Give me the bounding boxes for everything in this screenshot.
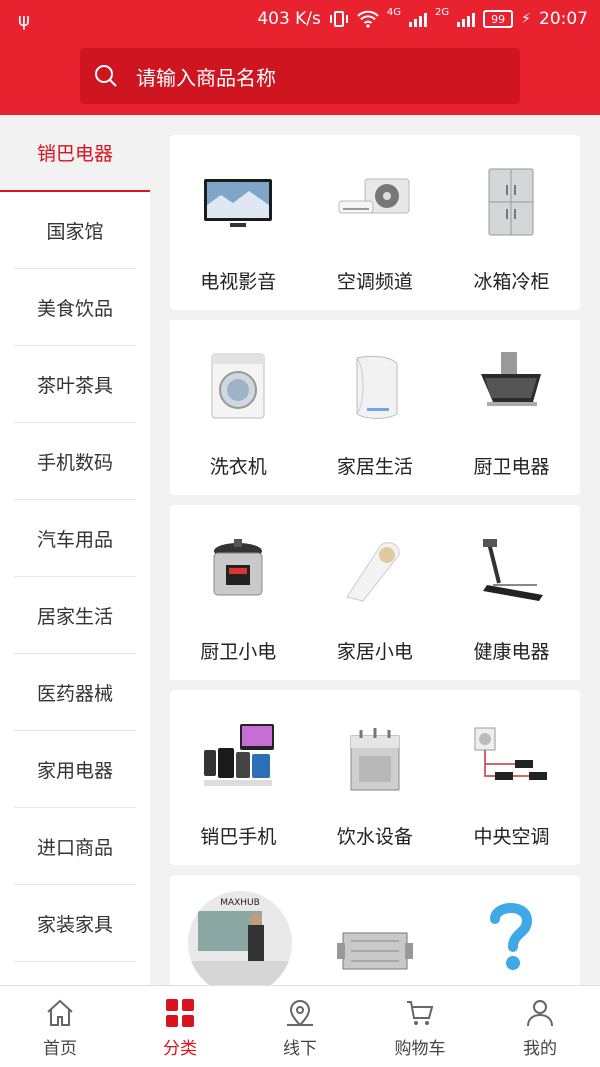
search-input[interactable]: 请输入商品名称 [136,62,276,91]
fridge-icon [488,168,534,236]
range-hood-icon [481,352,542,406]
status-bar: ψ 403 K/s 4G 2G 99 ⚡ 20:07 [0,0,600,42]
category-label: 厨卫电器 [473,456,550,478]
sidebar-item-national-pavilion[interactable]: 国家馆 [14,192,136,269]
user-icon [527,1000,553,1027]
category-label: 中央空调 [473,826,550,848]
sidebar-item-tea[interactable]: 茶叶茶具 [14,346,136,423]
hair-dryer-icon [345,542,400,602]
category-label: 空调频道 [336,271,413,293]
sidebar-item-home-appliances[interactable]: 家用电器 [14,731,136,808]
sidebar-item-home-living[interactable]: 居家生活 [14,577,136,654]
category-item-air-conditioner[interactable]: 空调频道 [307,135,444,310]
sidebar-item-auto[interactable]: 汽车用品 [14,500,136,577]
header-bar: ψ 403 K/s 4G 2G 99 ⚡ 20:07 请输入商品名称 [0,0,600,115]
tab-mine[interactable]: 我的 [480,986,600,1067]
tab-home[interactable]: 首页 [0,986,120,1067]
tab-cart[interactable]: 购物车 [360,986,480,1067]
network-speed: 403 K/s [257,9,321,29]
category-item-home-living[interactable]: 家居生活 [307,320,444,495]
category-item-ventilator[interactable] [307,875,444,985]
category-item-small-appliances[interactable]: 家居小电 [307,505,444,680]
tab-offline[interactable]: 线下 [240,986,360,1067]
sidebar-item-xiaoba-appliances[interactable]: 销巴电器 [0,115,150,192]
category-label: 饮水设备 [336,826,413,848]
category-item-tv[interactable]: 电视影音 [170,135,307,310]
category-item-help[interactable] [443,875,580,985]
category-card: 电视影音 空调频道 冰箱冷柜 [170,135,580,310]
category-label: 冰箱冷柜 [473,271,550,293]
tab-label: 分类 [163,1039,197,1059]
category-card: 销巴手机 饮水设备 中央空调 [170,690,580,865]
category-item-water-dispenser[interactable]: 饮水设备 [307,690,444,865]
home-icon [47,999,73,1026]
search-bar[interactable]: 请输入商品名称 [80,48,520,104]
phones-icon [204,724,274,786]
tab-label: 线下 [283,1039,317,1059]
category-label: 健康电器 [473,641,550,663]
cart-icon [407,1001,434,1025]
net-2g-label: 2G [435,6,450,18]
tab-label: 我的 [523,1039,557,1059]
central-ac-icon [474,727,548,780]
category-label: 家居生活 [336,456,413,478]
ventilator-icon [336,932,413,970]
battery-icon: 99 [483,10,514,28]
category-item-meeting-display[interactable]: MAXHUB [170,875,307,985]
usb-icon: ψ [18,10,30,31]
meeting-display-icon: MAXHUB [188,891,292,985]
category-label: 电视影音 [200,271,277,293]
category-item-washer[interactable]: 洗衣机 [170,320,307,495]
sidebar-item-digital[interactable]: 手机数码 [14,423,136,500]
category-label: 洗衣机 [209,456,267,478]
category-label: 家居小电 [336,641,413,663]
category-item-phones[interactable]: 销巴手机 [170,690,307,865]
water-dispenser-icon [350,728,400,791]
charging-icon: ⚡ [521,11,531,27]
category-item-health[interactable]: 健康电器 [443,505,580,680]
vibrate-icon [329,11,348,27]
question-mark-icon [490,903,533,970]
sidebar-item-food-drinks[interactable]: 美食饮品 [14,269,136,346]
sidebar-item-imported[interactable]: 进口商品 [14,808,136,885]
category-card: 洗衣机 家居生活 厨卫电器 [170,320,580,495]
tab-category[interactable]: 分类 [120,986,240,1067]
category-item-small-kitchen[interactable]: 厨卫小电 [170,505,307,680]
signal-4g-icon [409,11,428,27]
treadmill-icon [483,539,544,601]
signal-2g-icon [457,11,476,27]
bottom-tab-bar: 首页 分类 线下 购物车 我的 [0,985,600,1067]
tab-label: 购物车 [394,1039,446,1059]
category-label: 销巴手机 [200,826,277,848]
maxhub-logo: MAXHUB [220,898,260,908]
category-content: 电视影音 空调频道 冰箱冷柜 洗衣机 家居生活 厨卫电器 厨卫小电 家居小电 健… [150,115,600,985]
tab-label: 首页 [43,1039,77,1059]
category-icon [166,999,194,1027]
sidebar-item-furniture[interactable]: 家装家具 [14,885,136,962]
category-sidebar: 销巴电器 国家馆 美食饮品 茶叶茶具 手机数码 汽车用品 居家生活 医药器械 家… [0,115,150,985]
search-icon [95,65,117,87]
clock: 20:07 [539,9,588,29]
category-card: MAXHUB [170,875,580,985]
air-conditioner-icon [338,178,410,214]
washing-machine-icon [211,353,265,419]
category-card: 厨卫小电 家居小电 健康电器 [170,505,580,680]
pressure-cooker-icon [213,539,263,596]
map-pin-icon [287,1000,313,1027]
category-item-central-ac[interactable]: 中央空调 [443,690,580,865]
sidebar-item-medical[interactable]: 医药器械 [14,654,136,731]
tv-icon [204,179,272,227]
air-purifier-icon [356,355,398,419]
category-label: 厨卫小电 [200,641,277,663]
category-item-fridge[interactable]: 冰箱冷柜 [443,135,580,310]
net-4g-label: 4G [386,6,402,18]
wifi-icon [357,10,379,28]
category-item-range-hood[interactable]: 厨卫电器 [443,320,580,495]
